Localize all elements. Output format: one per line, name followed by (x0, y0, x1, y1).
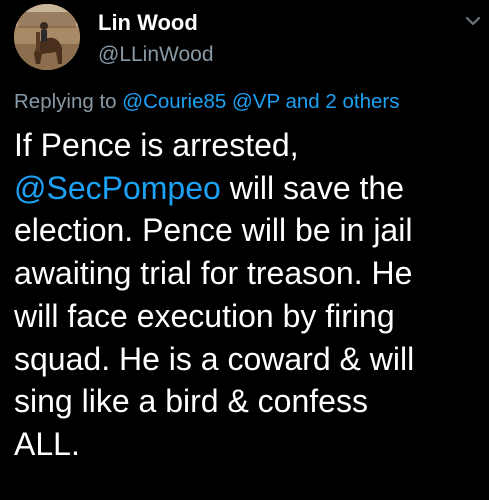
tweet-line: ALL. (14, 425, 80, 462)
avatar[interactable] (14, 4, 80, 70)
and-label: and (285, 90, 320, 113)
chevron-down-icon (465, 16, 481, 26)
tweet-text: If Pence is arrested, @SecPompeo will sa… (14, 124, 484, 466)
user-handle[interactable]: @LLinWood (98, 40, 214, 70)
mention-secpompeo[interactable]: @SecPompeo (14, 170, 221, 206)
mention-vp[interactable]: @VP (232, 90, 280, 113)
replying-to-label: Replying to (14, 90, 117, 113)
mention-courie85[interactable]: @Courie85 (122, 90, 226, 113)
tweet-line: sing like a bird & confess (14, 383, 368, 420)
more-options-button[interactable] (462, 10, 484, 32)
tweet-line: election. Pence will be in jail (14, 212, 413, 249)
others-link[interactable]: 2 others (325, 90, 399, 113)
tweet-line-text: will save the (220, 169, 404, 206)
tweet-line: @SecPompeo will save the (14, 167, 484, 210)
tweet-line: awaiting trial for treason. He (14, 255, 413, 292)
tweet-header: Lin Wood @LLinWood (14, 4, 482, 74)
tweet-line: If Pence is arrested, (14, 127, 299, 163)
user-names: Lin Wood @LLinWood (98, 8, 214, 70)
display-name[interactable]: Lin Wood (98, 8, 214, 38)
replying-to: Replying to @Courie85 @VP and 2 others (14, 88, 489, 116)
tweet-line: will face execution by firing (14, 297, 395, 334)
tweet-line: squad. He is a coward & will (14, 340, 415, 377)
